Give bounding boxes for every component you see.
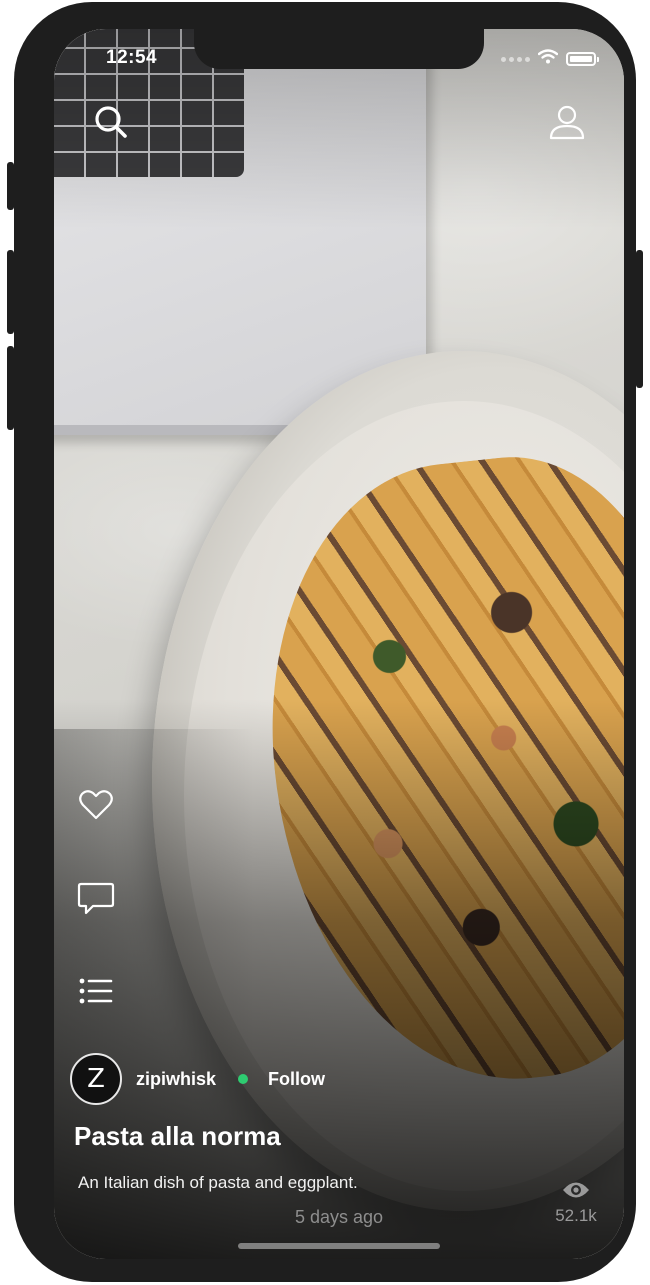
author-row: Z zipiwhisk Follow [70, 1051, 325, 1107]
status-time: 12:54 [106, 47, 158, 68]
follow-button[interactable]: Follow [268, 1069, 325, 1090]
post-title: Pasta alla norma [74, 1121, 281, 1151]
battery-icon [566, 52, 599, 66]
online-status-dot [238, 1074, 249, 1084]
view-count-value: 52.1k [555, 1206, 597, 1225]
power-button [636, 250, 643, 388]
view-count: 52.1k [546, 1181, 606, 1226]
phone-frame: 12:54 Z zipiwhisk Follow Pasta alla norm… [7, 2, 643, 1282]
volume-down-button [7, 346, 14, 430]
username-link[interactable]: zipiwhisk [136, 1069, 216, 1090]
comment-button[interactable] [76, 881, 116, 921]
signal-icon [501, 56, 530, 62]
list-button[interactable] [76, 973, 116, 1013]
profile-button[interactable] [548, 103, 586, 141]
post-description: An Italian dish of pasta and eggplant. [78, 1173, 358, 1192]
list-icon [79, 978, 113, 1009]
wifi-icon [537, 49, 559, 69]
comment-icon [77, 881, 115, 922]
post-timestamp: 5 days ago [294, 1207, 384, 1227]
like-button[interactable] [76, 787, 116, 827]
search-icon [92, 106, 130, 145]
search-button[interactable] [92, 103, 130, 141]
app-screen: 12:54 Z zipiwhisk Follow Pasta alla norm… [54, 29, 624, 1259]
silent-switch [7, 162, 14, 210]
heart-icon [78, 789, 114, 826]
eye-icon [562, 1182, 590, 1203]
home-indicator[interactable] [238, 1243, 440, 1249]
user-icon [548, 105, 586, 145]
avatar[interactable]: Z [70, 1053, 122, 1105]
status-icons [501, 49, 599, 69]
volume-up-button [7, 250, 14, 334]
notch [194, 29, 484, 69]
